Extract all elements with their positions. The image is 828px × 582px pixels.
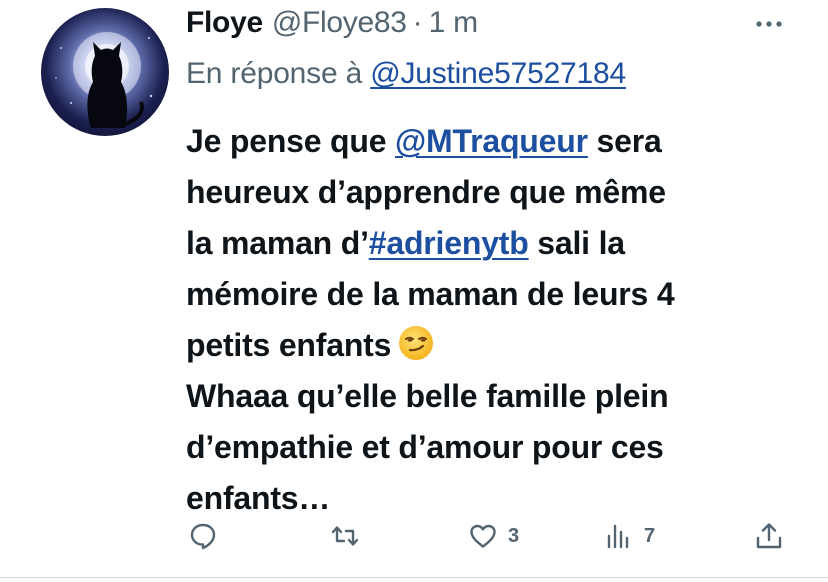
text-segment: sali la: [528, 225, 625, 261]
smirking-face-icon: [399, 326, 434, 360]
views-count: 7: [644, 524, 656, 547]
retweet-icon: [331, 526, 359, 546]
tweet-text: Je pense que @MTraqueur sera heureux d’a…: [186, 116, 806, 524]
text-line: Je pense que @MTraqueur sera: [186, 116, 806, 167]
reply-prefix: En réponse à: [186, 57, 363, 90]
like-button[interactable]: 3: [468, 516, 519, 556]
author-handle[interactable]: @Floye83: [272, 6, 407, 40]
author-name[interactable]: Floye: [186, 6, 263, 40]
divider: [0, 577, 828, 578]
more-options-button[interactable]: [754, 14, 784, 34]
text-line: petits enfants: [186, 320, 806, 371]
text-line: mémoire de la maman de leurs 4: [186, 276, 675, 312]
more-icon: [756, 21, 782, 27]
like-count: 3: [508, 524, 520, 547]
text-segment: Je pense que: [186, 123, 396, 159]
text-segment: la maman d’: [186, 225, 369, 261]
action-bar: 3 7: [0, 516, 828, 556]
text-segment: petits enfants: [186, 327, 392, 363]
hashtag-link[interactable]: #adrienytb: [369, 225, 529, 261]
views-icon: [607, 524, 629, 549]
reply-button[interactable]: [188, 516, 218, 556]
text-line: d’empathie et d’amour pour ces: [186, 429, 664, 465]
reply-handle-link[interactable]: @Justine57527184: [370, 57, 626, 90]
timestamp[interactable]: 1 m: [429, 6, 478, 40]
retweet-button[interactable]: [330, 516, 360, 556]
text-segment: sera: [587, 123, 662, 159]
separator: ·: [412, 6, 423, 39]
tweet-header: Floye @Floye83 · 1 m: [186, 6, 478, 46]
reply-icon: [190, 523, 216, 550]
tweet[interactable]: Floye @Floye83 · 1 m En réponse à @Justi…: [0, 0, 828, 582]
text-line: Whaaa qu’elle belle famille plein: [186, 378, 669, 414]
text-line: heureux d’apprendre que même: [186, 174, 666, 210]
share-icon: [756, 523, 782, 549]
avatar[interactable]: [41, 8, 169, 136]
heart-icon: [470, 524, 496, 548]
views-button[interactable]: 7: [604, 516, 655, 556]
reply-context: En réponse à @Justine57527184: [186, 57, 626, 91]
mention-link[interactable]: @MTraqueur: [395, 123, 588, 159]
cat-silhouette-icon: [55, 32, 153, 128]
share-button[interactable]: [754, 516, 784, 556]
text-line: la maman d’#adrienytb sali la: [186, 218, 806, 269]
